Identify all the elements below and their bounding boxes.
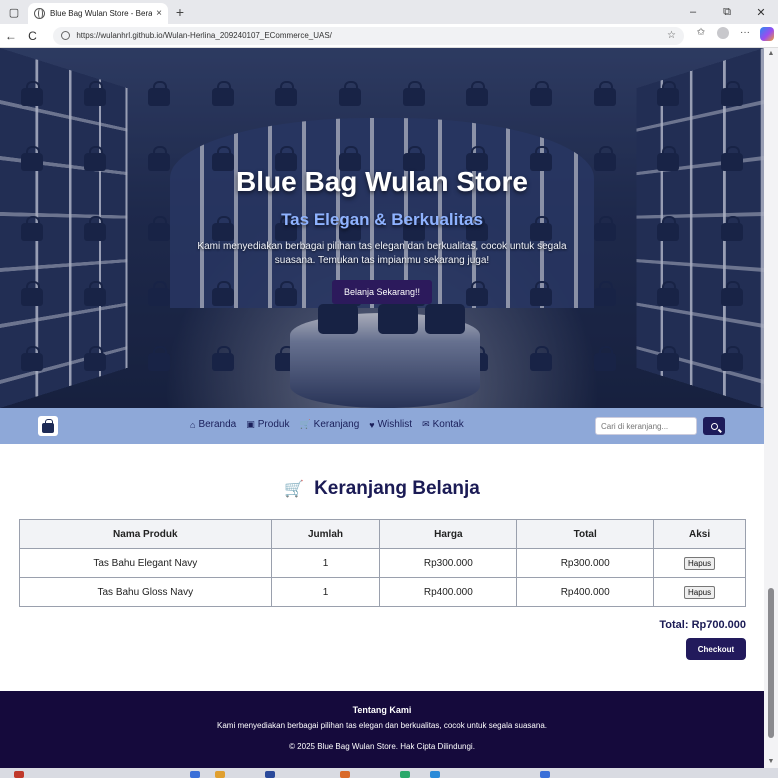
taskbar-app-icon[interactable] <box>265 771 275 778</box>
nav-link-beranda[interactable]: ⌂ Beranda <box>190 419 236 430</box>
footer-title: Tentang Kami <box>352 705 412 715</box>
cell-total: Rp300.000 <box>516 548 655 578</box>
scroll-up-arrow-icon[interactable]: ▲ <box>764 48 778 60</box>
copilot-icon[interactable] <box>756 27 778 44</box>
remove-item-button[interactable]: Hapus <box>683 556 716 570</box>
main-navbar: ⌂ Beranda ▣ Produk 🛒 Keranjang ♥ Wishlis… <box>0 408 764 444</box>
cart-search <box>595 417 725 435</box>
os-taskbar <box>0 768 778 778</box>
nav-link-kontak[interactable]: ✉ Kontak <box>422 419 464 430</box>
more-menu-icon[interactable]: ··· <box>734 27 756 44</box>
cell-action: Hapus <box>653 577 746 607</box>
page-footer: Tentang Kami Kami menyediakan berbagai p… <box>0 691 764 768</box>
tab-actions-icon[interactable]: ▢ <box>0 0 28 24</box>
toolbar-icons: ✩ ··· <box>690 27 778 44</box>
cart-icon: 🛒 <box>299 419 311 429</box>
nav-link-label: Kontak <box>432 419 464 430</box>
table-row: Tas Bahu Gloss Navy 1 Rp400.000 Rp400.00… <box>19 577 746 607</box>
scroll-down-arrow-icon[interactable]: ▼ <box>764 756 778 768</box>
cell-qty: 1 <box>270 548 381 578</box>
taskbar-app-icon[interactable] <box>400 771 410 778</box>
column-header-total: Total <box>516 519 655 549</box>
hero-banner: Blue Bag Wulan Store Tas Elegan & Berkua… <box>0 48 764 408</box>
page-viewport: Blue Bag Wulan Store Tas Elegan & Berkua… <box>0 48 764 768</box>
column-header-qty: Jumlah <box>270 519 381 549</box>
mail-icon: ✉ <box>422 419 430 429</box>
store-logo[interactable] <box>38 416 58 436</box>
home-icon: ⌂ <box>190 419 196 430</box>
taskbar-app-icon[interactable] <box>340 771 350 778</box>
tab-strip: ▢ Blue Bag Wulan Store - Beranda × + – ⧉… <box>0 0 778 24</box>
nav-link-label: Produk <box>257 419 290 430</box>
nav-links: ⌂ Beranda ▣ Produk 🛒 Keranjang ♥ Wishlis… <box>190 419 474 430</box>
remove-item-button[interactable]: Hapus <box>683 585 716 599</box>
cart-heading-icon: 🛒 <box>284 481 305 498</box>
taskbar-app-icon[interactable] <box>14 771 24 778</box>
cell-action: Hapus <box>653 548 746 578</box>
taskbar-app-icon[interactable] <box>190 771 200 778</box>
search-icon <box>710 422 718 430</box>
tab-close-icon[interactable]: × <box>156 8 162 19</box>
checkout-button[interactable]: Checkout <box>686 638 746 660</box>
back-button[interactable]: ← <box>0 29 22 43</box>
cart-heading: 🛒 Keranjang Belanja <box>0 478 764 500</box>
new-tab-button[interactable]: + <box>168 4 192 20</box>
scroll-thumb[interactable] <box>768 588 774 738</box>
hero-title: Blue Bag Wulan Store <box>236 166 528 197</box>
cart-table: Nama Produk Jumlah Harga Total Aksi Tas … <box>19 519 746 607</box>
cart-grand-total: Total: Rp700.000 <box>659 619 746 631</box>
address-bar: ← C https://wulanhrl.github.io/Wulan-Her… <box>0 24 778 48</box>
nav-link-label: Beranda <box>198 419 237 430</box>
close-window-button[interactable]: ✕ <box>744 6 778 19</box>
window-controls: – ⧉ ✕ <box>676 6 778 19</box>
url-field[interactable]: https://wulanhrl.github.io/Wulan-Herlina… <box>53 26 684 45</box>
column-header-product: Nama Produk <box>19 519 272 549</box>
nav-link-label: Keranjang <box>313 419 360 430</box>
hero-subtitle: Tas Elegan & Berkualitas <box>281 210 483 229</box>
taskbar-app-icon[interactable] <box>430 771 440 778</box>
nav-link-produk[interactable]: ▣ Produk <box>246 419 289 430</box>
cell-product-name: Tas Bahu Gloss Navy <box>19 577 272 607</box>
cart-search-input[interactable] <box>595 417 697 435</box>
cart-table-header: Nama Produk Jumlah Harga Total Aksi <box>19 519 746 549</box>
taskbar-app-icon[interactable] <box>540 771 550 778</box>
tab-active[interactable]: Blue Bag Wulan Store - Beranda × <box>28 3 168 24</box>
cell-product-name: Tas Bahu Elegant Navy <box>19 548 272 578</box>
cell-qty: 1 <box>270 577 381 607</box>
favorites-icon[interactable]: ✩ <box>690 27 712 44</box>
globe-icon <box>34 8 45 19</box>
footer-description: Kami menyediakan berbagai pilihan tas el… <box>217 721 547 730</box>
table-row: Tas Bahu Elegant Navy 1 Rp300.000 Rp300.… <box>19 548 746 578</box>
url-text: https://wulanhrl.github.io/Wulan-Herlina… <box>76 31 332 40</box>
cart-title-text: Keranjang Belanja <box>314 478 480 499</box>
page-scrollbar[interactable]: ▲ ▼ <box>764 48 778 768</box>
nav-link-keranjang[interactable]: 🛒 Keranjang <box>299 419 359 430</box>
search-button[interactable] <box>703 417 725 435</box>
restore-button[interactable]: ⧉ <box>710 6 744 19</box>
column-header-action: Aksi <box>653 519 746 549</box>
nav-link-label: Wishlist <box>377 419 413 430</box>
column-header-price: Harga <box>379 519 518 549</box>
bag-logo-icon <box>42 418 54 433</box>
cell-price: Rp400.000 <box>379 577 518 607</box>
tab-title: Blue Bag Wulan Store - Beranda <box>50 9 153 18</box>
taskbar-app-icon[interactable] <box>215 771 225 778</box>
reload-button[interactable]: C <box>22 29 44 43</box>
nav-link-wishlist[interactable]: ♥ Wishlist <box>369 419 412 430</box>
footer-copyright: © 2025 Blue Bag Wulan Store. Hak Cipta D… <box>289 742 475 751</box>
hero-content: Blue Bag Wulan Store Tas Elegan & Berkua… <box>0 166 764 304</box>
browser-window: ▢ Blue Bag Wulan Store - Beranda × + – ⧉… <box>0 0 778 778</box>
shop-now-button[interactable]: Belanja Sekarang!! <box>331 280 433 304</box>
site-info-icon[interactable] <box>61 31 71 40</box>
profile-icon[interactable] <box>712 27 734 44</box>
cell-price: Rp300.000 <box>379 548 518 578</box>
bag-icon: ▣ <box>246 419 255 429</box>
favorite-star-icon[interactable]: ☆ <box>667 30 676 41</box>
heart-icon: ♥ <box>369 419 375 430</box>
cell-total: Rp400.000 <box>516 577 655 607</box>
minimize-button[interactable]: – <box>676 6 710 19</box>
hero-description: Kami menyediakan berbagai pilihan tas el… <box>197 241 567 266</box>
